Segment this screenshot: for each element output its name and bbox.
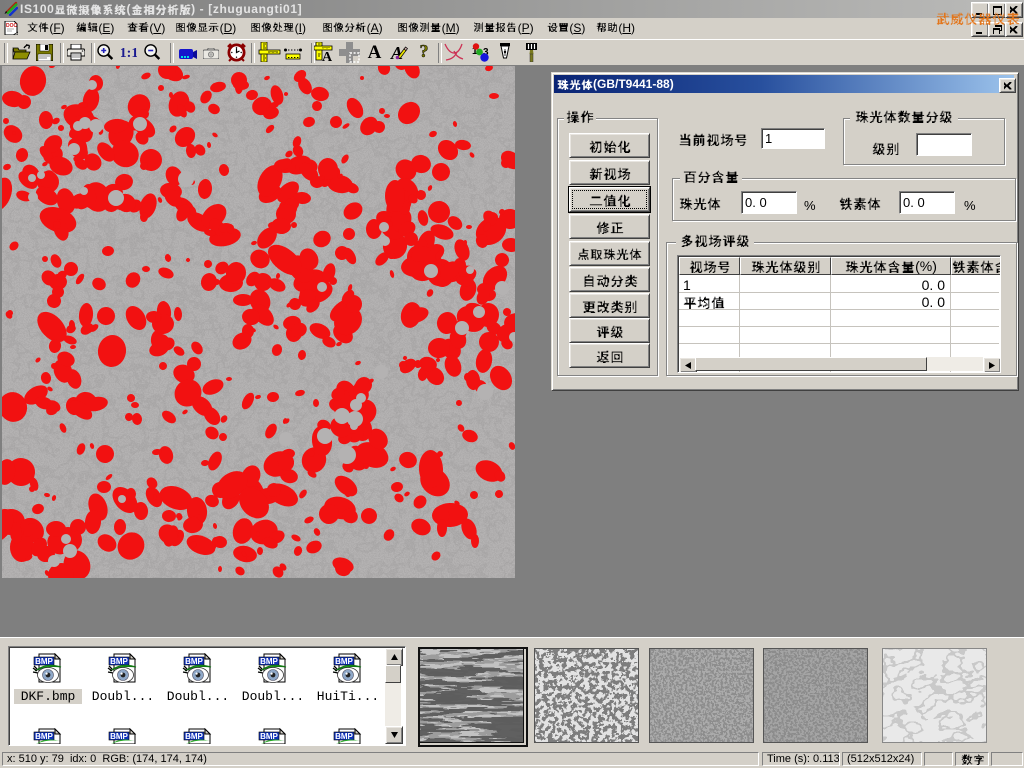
svg-text:1:1: 1:1: [121, 46, 137, 60]
svg-text:BMP: BMP: [335, 657, 353, 666]
svg-text:BMP: BMP: [35, 657, 53, 666]
svg-text:BMP: BMP: [260, 657, 278, 666]
svg-text:A: A: [322, 50, 333, 62]
svg-text:BMP: BMP: [185, 657, 203, 666]
svg-text:A: A: [368, 43, 382, 60]
svg-text:DOC: DOC: [6, 23, 18, 29]
svg-text:BMP: BMP: [110, 657, 128, 666]
svg-text:?: ?: [420, 43, 429, 60]
